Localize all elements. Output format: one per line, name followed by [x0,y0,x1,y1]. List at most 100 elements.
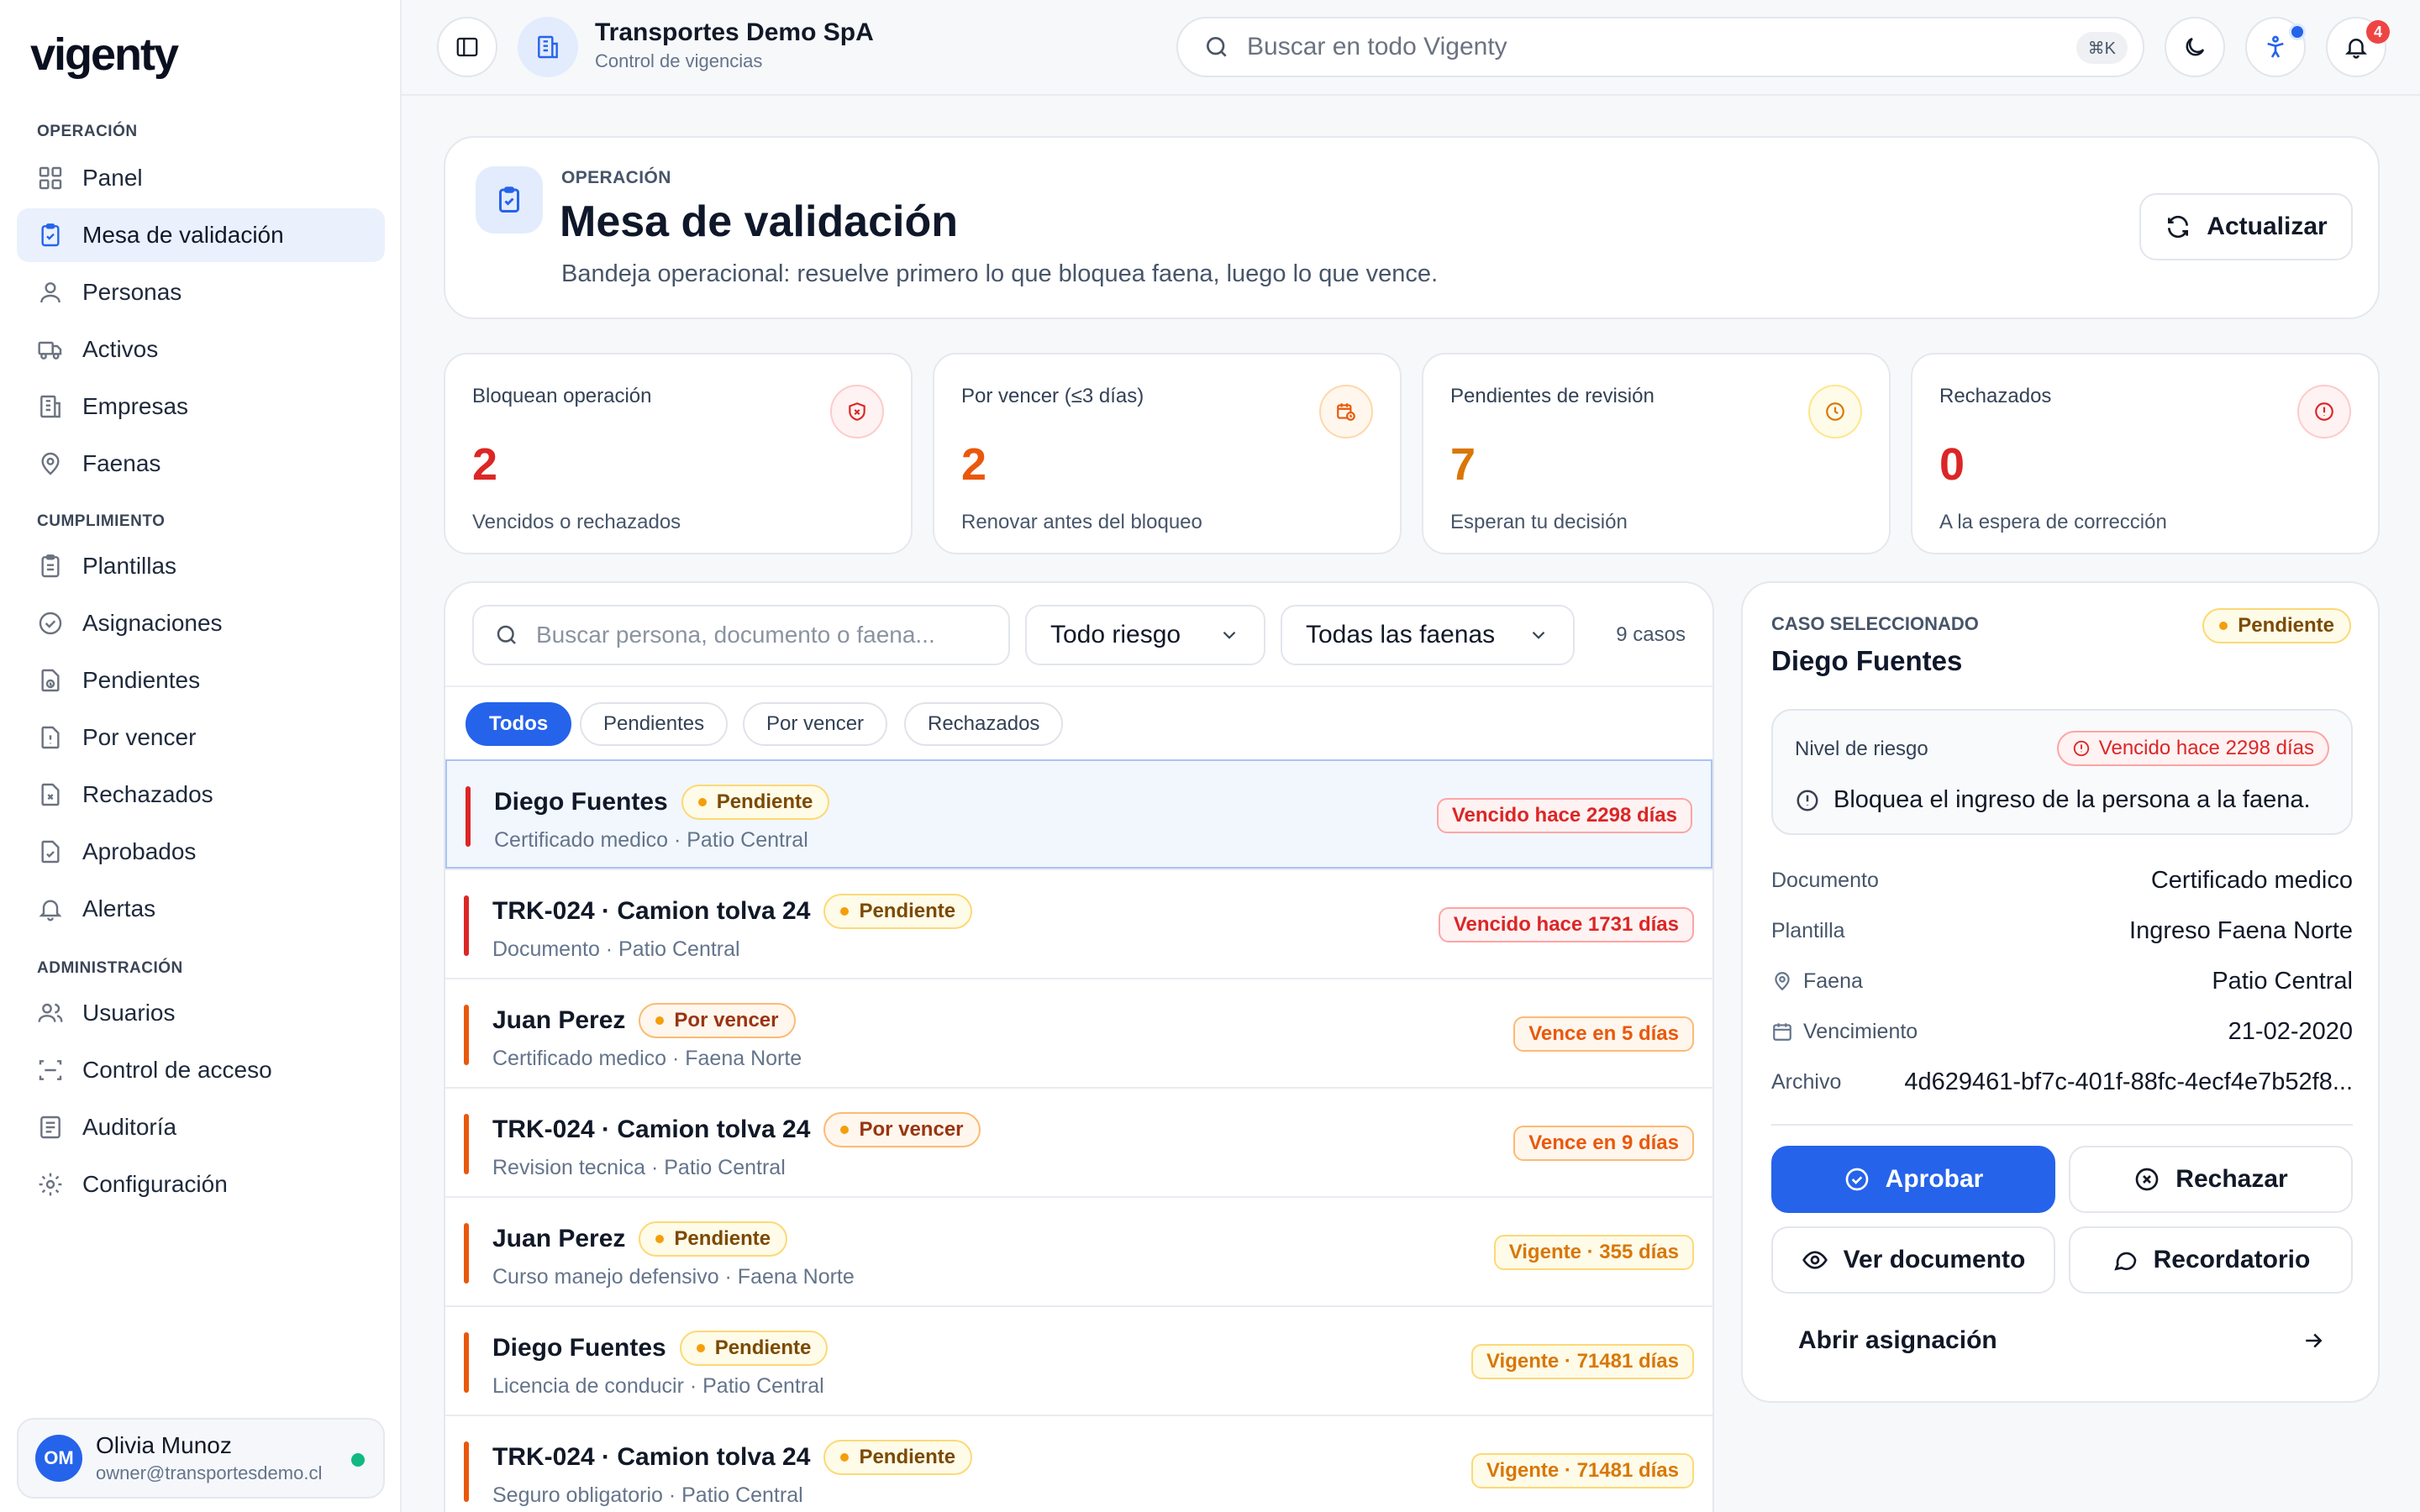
sidebar-item-panel[interactable]: Panel [17,151,385,205]
stat-card-pendientes[interactable]: Pendientes de revisión 7 Esperan tu deci… [1422,353,1891,554]
risk-indicator [464,1114,469,1174]
sidebar-item-aprobados[interactable]: Aprobados [17,825,385,879]
expiry-tag: Vence en 9 días [1513,1126,1694,1161]
sidebar-item-activos[interactable]: Activos [17,323,385,376]
search-shortcut: ⌘K [2075,32,2128,64]
refresh-button[interactable]: Actualizar [2139,193,2353,260]
sidebar-item-label: Personas [82,279,182,305]
case-row[interactable]: TRK-024 · Camion tolva 24 Pendiente Docum… [445,869,1712,978]
sidebar-item-por-vencer[interactable]: Por vencer [17,711,385,764]
risk-level-box: Nivel de riesgo Vencido hace 2298 días B… [1771,709,2353,835]
sidebar-item-control-acceso[interactable]: Control de acceso [17,1043,385,1097]
sidebar-item-usuarios[interactable]: Usuarios [17,986,385,1040]
alert-circle-icon [2297,385,2351,438]
org-name[interactable]: Transportes Demo SpA [595,18,874,47]
case-subtitle: Curso manejo defensivo · Faena Norte [492,1265,855,1289]
org-logo[interactable] [518,17,578,77]
detail-eyebrow: CASO SELECCIONADO [1771,613,1979,634]
page-eyebrow: OPERACIÓN [561,168,671,187]
tab-rechazados[interactable]: Rechazados [904,702,1064,746]
sidebar-item-asignaciones[interactable]: Asignaciones [17,596,385,650]
status-badge: Por vencer [823,1112,981,1147]
risk-filter-select[interactable]: Todo riesgo [1025,605,1265,665]
accessibility-icon [2267,35,2284,58]
stat-desc: Renovar antes del bloqueo [961,511,1202,533]
building-icon [538,35,558,59]
sidebar-item-alertas[interactable]: Alertas [17,882,385,936]
sidebar-item-personas[interactable]: Personas [17,265,385,319]
sidebar-item-label: Por vencer [82,724,197,750]
sidebar-item-empresas[interactable]: Empresas [17,380,385,433]
sidebar-item-pendientes[interactable]: Pendientes [17,654,385,707]
sidebar-item-plantillas[interactable]: Plantillas [17,539,385,593]
expiry-tag: Vigente · 71481 días [1470,1453,1694,1488]
alert-circle-icon [1797,790,1818,811]
detail-field-documento: Documento Certificado medico [1771,866,2353,894]
risk-tag: Vencido hace 2298 días [2056,731,2329,766]
page-header: OPERACIÓN Mesa de validación Bandeja ope… [444,136,2380,319]
reminder-button[interactable]: Recordatorio [2069,1226,2353,1294]
reject-button[interactable]: Rechazar [2069,1146,2353,1213]
map-pin-icon [41,452,60,475]
tab-pendientes[interactable]: Pendientes [580,702,729,746]
cases-search-placeholder: Buscar persona, documento o faena... [536,622,935,648]
case-title: Diego Fuentes [492,1334,666,1362]
assistant-button[interactable] [2245,17,2306,77]
case-row[interactable]: Diego Fuentes Pendiente Licencia de condu… [445,1305,1712,1415]
expiry-tag: Vence en 5 días [1513,1016,1694,1052]
status-badge: Pendiente [639,1221,788,1257]
open-assignment-link[interactable]: Abrir asignación [1771,1310,2353,1371]
case-detail-panel: CASO SELECCIONADO Diego Fuentes Pendient… [1741,581,2380,1403]
case-row[interactable]: Juan Perez Pendiente Curso manejo defensi… [445,1196,1712,1305]
user-menu[interactable]: OM Olivia Munoz owner@transportesdemo.cl [17,1418,385,1499]
case-row[interactable]: Diego Fuentes Pendiente Certificado medic… [445,759,1712,869]
stat-label: Pendientes de revisión [1450,385,1655,407]
case-row[interactable]: TRK-024 · Camion tolva 24 Por vencer Revi… [445,1087,1712,1196]
case-title: TRK-024 · Camion tolva 24 [492,897,811,925]
chevron-down-icon [1223,631,1236,639]
sidebar-toggle-icon [456,37,478,57]
view-document-button[interactable]: Ver documento [1771,1226,2055,1294]
clipboard-list-icon [41,554,60,578]
detail-field-vencimiento: Vencimiento 21-02-2020 [1771,1015,2353,1048]
toggle-sidebar-button[interactable] [437,17,497,77]
stat-label: Por vencer (≤3 días) [961,385,1144,407]
case-subtitle: Certificado medico · Faena Norte [492,1047,802,1070]
detail-field-archivo[interactable]: Archivo 4d629461-bf7c-401f-88fc-4ecf4e7b5… [1771,1065,2353,1099]
page-subtitle: Bandeja operacional: resuelve primero lo… [561,260,1439,287]
sidebar-item-mesa-validacion[interactable]: Mesa de validación [17,208,385,262]
tab-todos[interactable]: Todos [466,702,572,746]
site-filter-select[interactable]: Todas las faenas [1281,605,1575,665]
sidebar-item-configuracion[interactable]: Configuración [17,1158,385,1211]
case-row[interactable]: TRK-024 · Camion tolva 24 Pendiente Segur… [445,1415,1712,1512]
stat-card-bloquean[interactable]: Bloquean operación 2 Vencidos o rechazad… [444,353,913,554]
sidebar-item-auditoria[interactable]: Auditoría [17,1100,385,1154]
cases-search-input[interactable]: Buscar persona, documento o faena... [472,605,1010,665]
sidebar-item-faenas[interactable]: Faenas [17,437,385,491]
moon-icon [2186,37,2205,56]
tab-por-vencer[interactable]: Por vencer [743,702,888,746]
approve-button[interactable]: Aprobar [1771,1146,2055,1213]
search-icon [1207,37,1227,57]
file-check-icon [41,840,60,864]
risk-indicator [464,1332,469,1393]
sidebar-item-label: Aprobados [82,838,197,864]
sidebar-item-label: Panel [82,165,143,191]
case-row[interactable]: Juan Perez Por vencer Certificado medico … [445,978,1712,1087]
clipboard-check-icon [476,166,543,234]
global-search-input[interactable]: Buscar en todo Vigenty ⌘K [1176,17,2144,77]
message-circle-icon [2113,1252,2136,1271]
stat-desc: Vencidos o rechazados [472,511,681,533]
stat-card-por-vencer[interactable]: Por vencer (≤3 días) 2 Renovar antes del… [933,353,1402,554]
sidebar-item-label: Mesa de validación [82,222,284,248]
sidebar-item-label: Configuración [82,1171,228,1197]
risk-indicator [464,1223,469,1284]
app-logo[interactable]: vigenty [30,29,179,81]
stat-card-rechazados[interactable]: Rechazados 0 A la espera de corrección [1911,353,2380,554]
notifications-button[interactable]: 4 [2326,17,2390,77]
theme-toggle-button[interactable] [2165,17,2225,77]
sidebar-item-rechazados[interactable]: Rechazados [17,768,385,822]
case-title: Juan Perez [492,1006,626,1034]
bell-icon [39,900,62,921]
user-icon [40,282,60,303]
